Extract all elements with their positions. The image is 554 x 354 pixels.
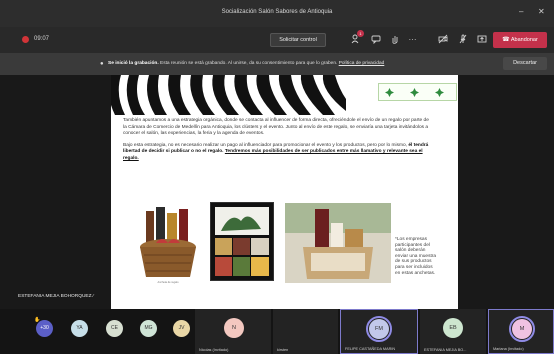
participant-tile[interactable]: N Nicolas (Invitado) [195, 309, 271, 354]
participant-name: Nicolas (Invitado) [199, 348, 229, 352]
presenter-name: ESTEFANIA MEJIA BOHORQUEZ [18, 294, 92, 299]
mic-off-icon[interactable] [457, 34, 468, 45]
chat-icon[interactable] [370, 34, 381, 45]
participant-avatar: EB [443, 318, 463, 338]
participant-name: kirsten [277, 348, 289, 352]
chat-badge: 1 [357, 30, 364, 37]
participant-initials: M [519, 326, 525, 332]
participant-tile-speaking[interactable]: FM FELIPE CASTAÑEDA MARIN [340, 309, 418, 354]
window-title: Socialización Salón Sabores de Antioquia [221, 9, 333, 15]
recording-message-title: Se inició la grabación. [108, 61, 159, 66]
participant-avatar[interactable]: MG [140, 320, 157, 337]
participant-avatar: N [224, 318, 244, 338]
phone-hangup-icon: ☎ [502, 37, 510, 43]
teams-meeting-window: Socialización Salón Sabores de Antioquia… [0, 0, 554, 354]
participant-tile[interactable]: kirsten [273, 309, 338, 354]
participant-name: ESTEFANIA MEJIA BO... [424, 348, 467, 352]
recording-indicator-icon [22, 36, 29, 43]
shared-screen-stage: También apuntamos a una estrategia orgán… [0, 75, 554, 309]
participant-name: Mariana (Invitado) [493, 347, 524, 351]
participant-initials: CE [111, 325, 118, 331]
side-note-text: *Los empresas participantes del salón de… [395, 237, 437, 276]
partner-logos [378, 83, 457, 101]
dismiss-button[interactable]: Descartar [503, 57, 547, 70]
participant-avatar[interactable]: YA [71, 320, 88, 337]
participant-initials: JV [178, 325, 185, 331]
participant-initials: EB [449, 325, 457, 331]
meeting-toolbar: 09:07 Solicitar control 1 ··· ☎ Abandona… [0, 27, 554, 53]
participant-avatar[interactable]: CE [106, 320, 123, 337]
mic-status-icon: ⁄ [92, 294, 94, 299]
leave-button[interactable]: ☎ Abandonar [493, 32, 547, 48]
antioquia-logo [435, 88, 444, 97]
participant-initials: MG [144, 325, 153, 331]
product-display-image [285, 203, 391, 283]
participants-strip: +30 ✋ YA CE MG JV N Nicolas (Invitado) k… [0, 309, 554, 354]
camera-off-icon[interactable] [437, 34, 448, 45]
participant-tile[interactable]: EB ESTEFANIA MEJIA BO... [420, 309, 486, 354]
slide-paragraph-1: También apuntamos a una estrategia orgán… [123, 118, 429, 137]
recording-icon: ● [100, 61, 104, 67]
participant-avatar[interactable]: JV [173, 320, 190, 337]
request-control-button[interactable]: Solicitar control [270, 33, 326, 47]
privacy-policy-link[interactable]: Política de privacidad [339, 61, 385, 66]
participant-name: FELIPE CASTAÑEDA MARIN [345, 347, 396, 351]
presenter-name-tag: ESTEFANIA MEJIA BOHORQUEZ ⁄ [18, 294, 94, 299]
recording-message: Se inició la grabación. Esta reunión se … [108, 61, 384, 66]
gift-basket-image [136, 203, 200, 283]
close-window-button[interactable]: ✕ [538, 7, 545, 16]
raise-hand-icon[interactable] [389, 34, 400, 45]
zebra-stripes-decoration [111, 75, 346, 115]
participant-avatar: M [512, 319, 532, 339]
raised-hand-icon: ✋ [34, 317, 41, 323]
camara-comercio-logo [385, 88, 394, 97]
more-options-icon[interactable]: ··· [407, 34, 418, 45]
participant-tile-speaking[interactable]: M Mariana (Invitado) [488, 309, 554, 354]
recording-banner: ● Se inició la grabación. Esta reunión s… [0, 53, 554, 75]
recording-message-text: Esta reunión se está grabando. Al unirse… [160, 61, 338, 66]
participant-initials: N [232, 325, 236, 331]
presentation-slide: También apuntamos a una estrategia orgán… [111, 75, 458, 309]
influencer-profile-image [210, 202, 274, 281]
minimize-button[interactable]: – [519, 7, 523, 16]
title-bar: Socialización Salón Sabores de Antioquia… [0, 0, 554, 27]
leave-button-label: Abandonar [510, 37, 538, 43]
meeting-timer: 09:07 [34, 36, 50, 42]
cluster-logo [410, 88, 419, 97]
slide-body-text: También apuntamos a una estrategia orgán… [123, 118, 429, 168]
participant-initials: FM [375, 326, 383, 332]
slide-paragraph-2-start: Bajo esta estrategia, no es necesario re… [123, 142, 407, 148]
share-screen-icon[interactable] [476, 34, 487, 45]
participant-initials: YA [76, 325, 83, 331]
participant-avatar: FM [369, 319, 389, 339]
basket-caption: Ancheta de regalo [157, 281, 179, 284]
slide-paragraph-2: Bajo esta estrategia, no es necesario re… [123, 143, 429, 163]
